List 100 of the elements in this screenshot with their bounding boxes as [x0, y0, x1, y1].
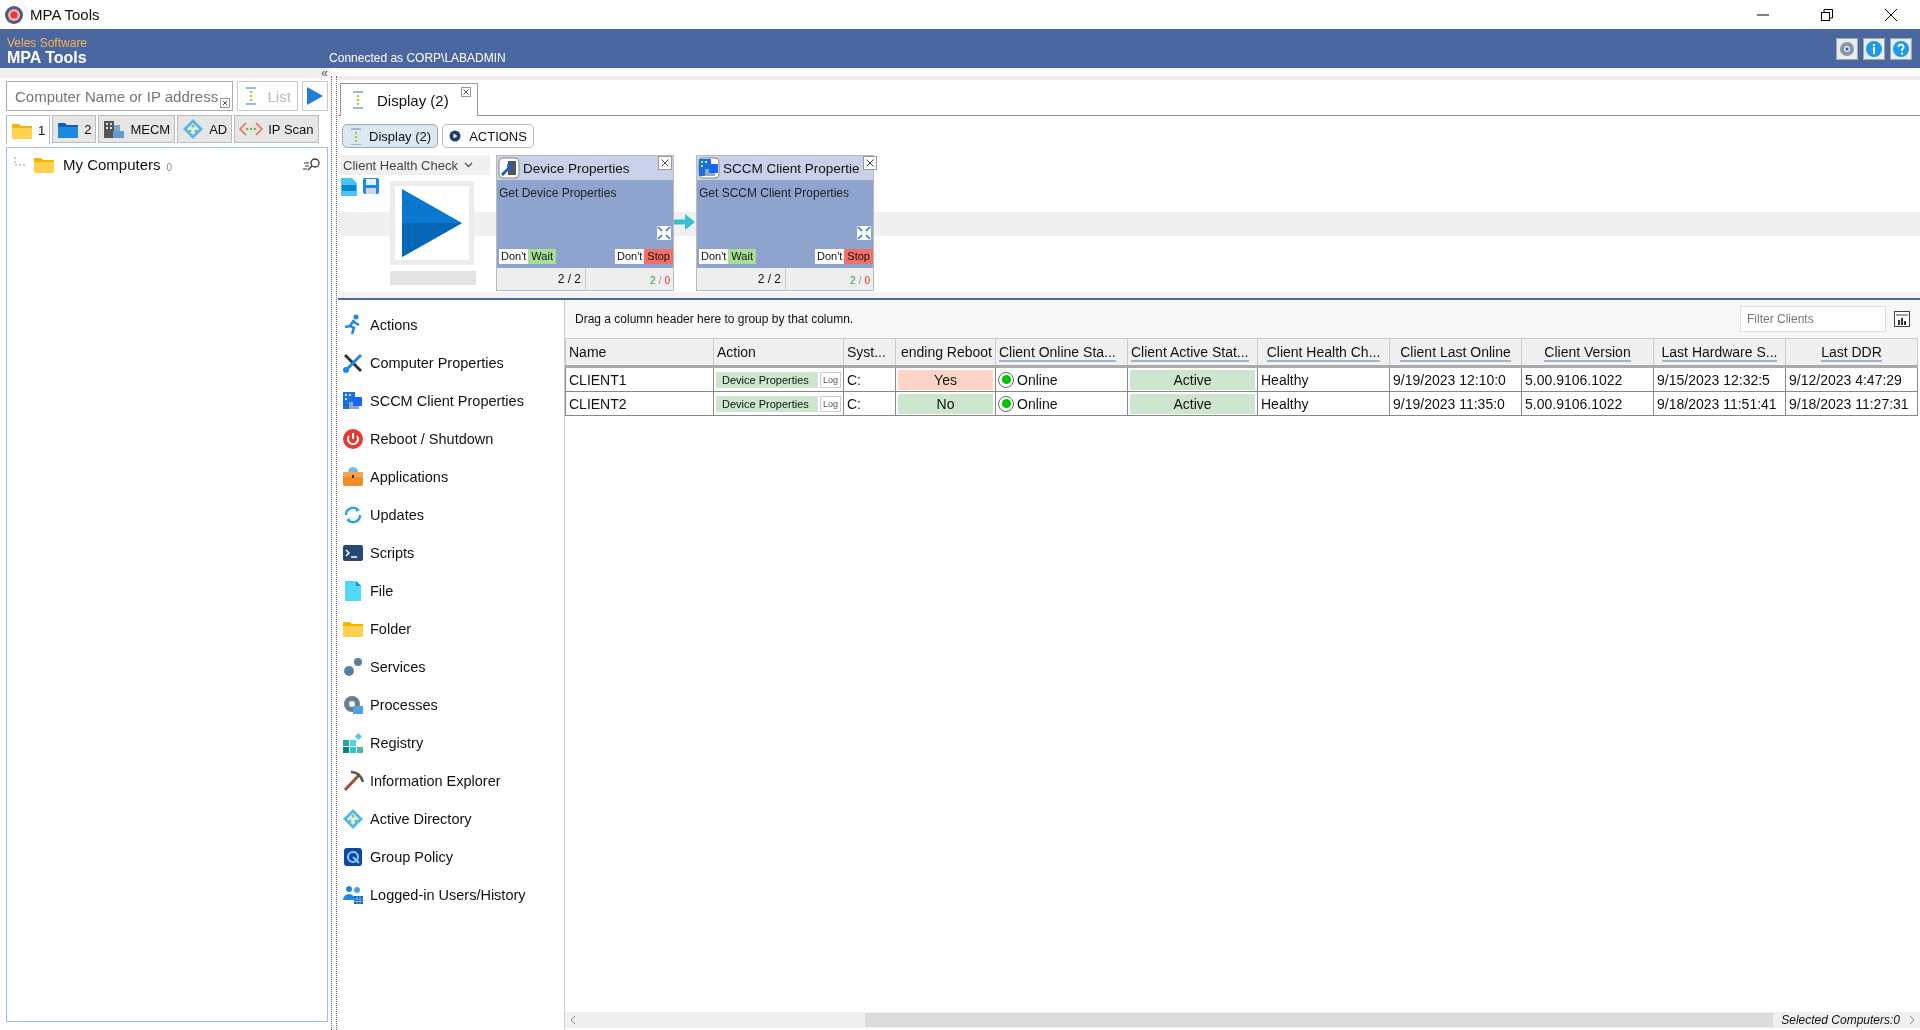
close-icon [460, 87, 471, 97]
source-tab[interactable]: AD [177, 115, 233, 143]
workflow-step-card[interactable]: SCCM Client Propertie Get SCCM Client Properties Don't Wait Don't Stop 2 / 2 2 / 0 [696, 155, 874, 291]
action-menu-item[interactable]: Group Policy [342, 838, 564, 876]
source-tab[interactable]: IP Scan [234, 115, 319, 143]
action-menu-item[interactable]: Scripts [342, 534, 564, 572]
list-icon [349, 127, 361, 145]
refresh-icon [342, 504, 364, 526]
search-icon [303, 157, 321, 171]
action-menu-item[interactable]: Computer Properties [342, 344, 564, 382]
stop-toggle[interactable]: Don't Stop [615, 249, 673, 264]
column-header[interactable]: Action [717, 344, 756, 360]
arrow-icon [674, 213, 696, 231]
workflow-step-card[interactable]: Device Properties Get Device Properties Don't Wait Don't Stop 2 / 2 2 / 0 [496, 155, 674, 291]
run-button[interactable] [302, 81, 328, 111]
product-name: MPA Tools [7, 50, 88, 66]
play-icon [400, 187, 464, 259]
collapse-button[interactable]: « [321, 68, 328, 78]
item-count: 0 [166, 161, 173, 173]
action-tag: Device Properties [716, 371, 818, 388]
table-cell: 9/19/2023 11:35:0 [1392, 395, 1505, 412]
clear-icon [219, 98, 230, 108]
scroll-right-icon [1908, 1015, 1916, 1025]
document-tab[interactable]: Display (2) [340, 83, 478, 116]
connection-label: Connected as CORP\LABADMIN [329, 51, 506, 65]
xml-file-icon[interactable] [340, 177, 358, 197]
action-menu-item[interactable]: Folder [342, 610, 564, 648]
users-icon [342, 884, 364, 906]
expand-icon[interactable] [857, 226, 871, 240]
table-cell: 9/15/2023 12:32:5 [1656, 371, 1770, 388]
play-icon [307, 87, 324, 105]
table-cell: Healthy [1260, 371, 1309, 388]
source-tab[interactable]: 2 [52, 115, 97, 143]
table-cell: C: [846, 371, 861, 388]
play-circle-icon [449, 130, 462, 142]
scroll-left-icon [569, 1015, 577, 1025]
action-menu-item[interactable]: Reboot / Shutdown [342, 420, 564, 458]
table-cell: CLIENT2 [568, 395, 627, 412]
action-menu-item[interactable]: Logged-in Users/History [342, 876, 564, 914]
filter-field[interactable]: Filter Clients [1740, 306, 1886, 332]
workflow-dropdown[interactable]: Client Health Check [340, 155, 490, 175]
table-cell: 9/12/2023 4:47:29 [1788, 371, 1902, 388]
horizontal-scrollbar[interactable]: Selected Computers:0 [565, 1012, 1920, 1028]
window-title: MPA Tools [30, 6, 100, 23]
step-description: Get SCCM Client Properties [699, 185, 851, 202]
action-menu-item[interactable]: File [342, 572, 564, 610]
group-hint: Drag a column header here to group by that column. [575, 312, 854, 326]
action-menu-item[interactable]: Actions [342, 306, 564, 344]
result-count: 2 / 0 [849, 274, 871, 288]
action-menu-item[interactable]: Updates [342, 496, 564, 534]
stop-toggle[interactable]: Don't Stop [815, 249, 873, 264]
step-title: Device Properties [523, 160, 631, 176]
column-header[interactable]: Name [569, 344, 607, 360]
help-icon [1892, 40, 1910, 58]
info-icon [1865, 40, 1883, 58]
table-cell: Online [1017, 395, 1058, 412]
save-icon[interactable] [362, 177, 380, 195]
table-cell: Online [1017, 371, 1058, 388]
step-icon [498, 157, 520, 179]
action-menu-item[interactable]: SCCM Client Properties [342, 382, 564, 420]
wait-toggle[interactable]: Don't Wait [499, 249, 556, 264]
action-menu-item[interactable]: Active Directory [342, 800, 564, 838]
action-menu-item[interactable]: Information Explorer [342, 762, 564, 800]
help-button[interactable] [1890, 38, 1912, 60]
column-chooser-icon[interactable] [1894, 311, 1910, 327]
list-icon [243, 86, 258, 106]
result-count: 2 / 0 [649, 274, 671, 288]
blocks-icon [342, 732, 364, 754]
settings-button[interactable] [1836, 38, 1858, 60]
table-cell: 5.00.9106.1022 [1524, 371, 1623, 388]
run-workflow-button[interactable] [390, 181, 474, 265]
search-field[interactable]: Computer Name or IP address [6, 81, 233, 111]
source-tab[interactable]: MECM [98, 115, 176, 143]
action-menu-item[interactable]: Processes [342, 686, 564, 724]
briefcase-icon [342, 466, 364, 488]
step-description: Get Device Properties [499, 185, 618, 202]
log-button[interactable]: Log [819, 371, 841, 388]
action-menu-item[interactable]: Services [342, 648, 564, 686]
action-tag: Device Properties [716, 395, 818, 412]
tree-item[interactable]: My Computers [31, 152, 163, 176]
action-menu-item[interactable]: Applications [342, 458, 564, 496]
status-cell: Active [1130, 369, 1255, 390]
app-icon [4, 4, 24, 25]
action-menu-item[interactable]: Registry [342, 724, 564, 762]
source-tab[interactable]: 1 [6, 115, 51, 145]
diamond-icon [342, 808, 364, 830]
close-icon[interactable] [862, 156, 877, 170]
log-button[interactable]: Log [819, 395, 841, 412]
status-cell: No [898, 393, 993, 414]
close-icon[interactable] [658, 156, 672, 170]
wait-toggle[interactable]: Don't Wait [699, 249, 756, 264]
progress-count: 2 / 2 [497, 268, 586, 290]
view-tab[interactable]: ACTIONS [442, 124, 534, 148]
step-title: SCCM Client Propertie [723, 160, 860, 176]
restore-icon [1821, 8, 1833, 21]
diamond-icon [182, 118, 205, 140]
view-tab[interactable]: Display (2) [342, 124, 439, 148]
info-button[interactable] [1863, 38, 1885, 60]
tools-icon [342, 352, 364, 374]
expand-icon[interactable] [657, 226, 671, 240]
